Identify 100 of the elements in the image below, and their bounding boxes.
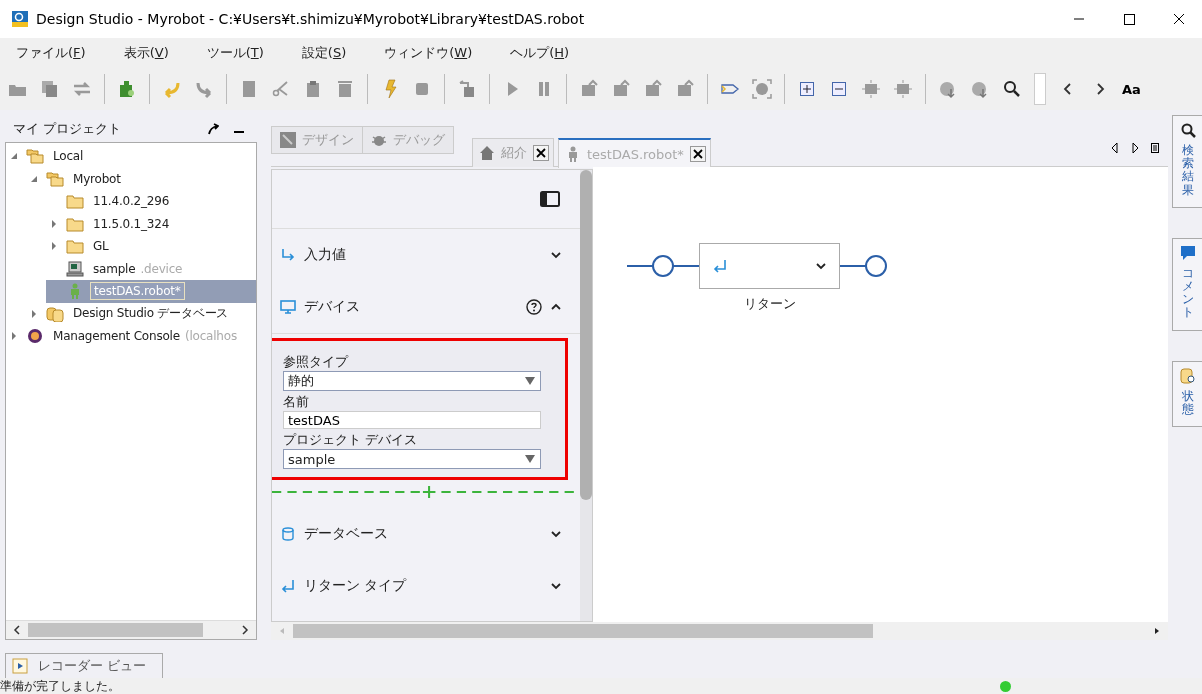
section-header[interactable]: 入力値 — [272, 229, 580, 281]
folder-icon — [66, 193, 84, 210]
tree-item-label: Local — [52, 148, 85, 165]
trash-icon[interactable] — [335, 79, 355, 99]
folders-icon — [46, 170, 64, 187]
tree-item[interactable]: 11.4.0.2_296 — [46, 190, 256, 213]
side-tab[interactable]: コメント — [1172, 237, 1202, 331]
globe-arrow-icon[interactable] — [938, 79, 958, 99]
text-field[interactable]: testDAS — [283, 411, 541, 429]
section-title: データベース — [304, 525, 388, 543]
return-arrow-icon — [280, 578, 296, 594]
console-icon — [26, 328, 44, 345]
tree-item-suffix: (localhos — [184, 329, 237, 344]
panel-toggle-icon[interactable] — [540, 191, 560, 207]
tree-item[interactable]: Local — [6, 145, 256, 168]
expanded-arrow-icon[interactable] — [30, 174, 38, 183]
collapsed-arrow-icon[interactable] — [50, 219, 58, 228]
zoom-in-icon[interactable] — [797, 79, 817, 99]
app-logo-icon — [12, 11, 28, 27]
panel-title: マイ プロジェクト — [13, 120, 123, 138]
globe-arrow-icon[interactable] — [970, 79, 990, 99]
search-icon[interactable] — [1002, 79, 1022, 99]
menu-item[interactable]: ファイル(F) — [4, 44, 98, 62]
menu-item[interactable]: ウィンドウ(W) — [372, 44, 485, 62]
section-header[interactable]: リターン タイプ — [272, 560, 580, 612]
speech-bubble-icon — [1179, 244, 1196, 261]
close-tab-icon[interactable] — [533, 145, 549, 161]
tree-item[interactable]: 11.5.0.1_324 — [46, 212, 256, 235]
find-field[interactable] — [1034, 73, 1046, 105]
tab-right-icon[interactable] — [1130, 142, 1140, 154]
dropdown-arrow-icon — [524, 454, 536, 464]
home-icon — [479, 145, 495, 161]
dropdown[interactable]: sample — [283, 449, 541, 469]
database-folders-icon — [46, 305, 64, 322]
database-search-icon — [1179, 367, 1196, 384]
menu-item[interactable]: ツール(T) — [194, 44, 276, 62]
section-title: デバイス — [304, 298, 360, 316]
side-tab[interactable]: 状態 — [1172, 360, 1202, 427]
box-arrow-icon[interactable] — [675, 79, 695, 99]
node-icon[interactable] — [861, 79, 881, 99]
side-tab[interactable]: 検索結果 — [1172, 115, 1202, 208]
flow-start-connector — [627, 253, 699, 279]
tree-item-label: Myrobot — [72, 170, 122, 187]
section-header[interactable]: デバイス — [272, 281, 580, 333]
puzzle-gear-icon[interactable] — [117, 79, 137, 99]
menu-item[interactable]: 設定(S) — [289, 44, 359, 62]
folders-icon — [26, 148, 44, 165]
loop-arrow-icon[interactable] — [457, 79, 477, 99]
tab-left-icon[interactable] — [1110, 142, 1120, 154]
collapsed-arrow-icon[interactable] — [30, 309, 38, 318]
target-icon[interactable] — [752, 79, 772, 99]
tree-item-label: 11.4.0.2_296 — [92, 193, 171, 210]
folder-icon — [66, 238, 84, 255]
scroll-left-icon[interactable] — [12, 625, 22, 635]
chevron-down-icon[interactable] — [550, 249, 562, 261]
chevron-down-icon[interactable] — [550, 528, 562, 540]
box-arrow-icon[interactable] — [579, 79, 599, 99]
window-title: Design Studio - Myrobot - C:¥Users¥t.shimizu¥Myrobot¥Library¥testDAS.robot — [36, 11, 585, 27]
dropdown[interactable]: 静的 — [283, 371, 541, 391]
box-arrow-icon[interactable] — [611, 79, 631, 99]
tree-item[interactable]: Design Studio データベース — [26, 302, 256, 325]
folder-icon — [66, 215, 84, 232]
collapsed-arrow-icon[interactable] — [50, 242, 58, 251]
restore-arrow-icon[interactable] — [207, 123, 219, 135]
menu-item[interactable]: ヘルプ(H) — [498, 44, 582, 62]
close-tab-icon[interactable] — [689, 146, 706, 162]
tree-item[interactable]: GL — [46, 235, 256, 258]
computer-icon — [66, 260, 84, 277]
stacked-pages-icon[interactable] — [40, 79, 60, 99]
expanded-arrow-icon[interactable] — [10, 152, 18, 161]
tree-item[interactable]: sample .device — [46, 257, 256, 280]
chevron-down-icon[interactable] — [815, 260, 827, 272]
tab-label: testDAS.robot* — [587, 146, 684, 162]
tree-item[interactable]: Management Console (localhos — [6, 325, 256, 348]
scrollbar-thumb[interactable] — [28, 623, 204, 637]
arrow-down-right-icon — [280, 247, 296, 263]
tab-list-icon[interactable] — [1150, 142, 1160, 154]
flow-end-connector — [840, 253, 888, 279]
field-label: 参照タイプ — [283, 353, 350, 371]
match-case-button[interactable]: Aa — [1122, 81, 1141, 97]
zoom-out-icon[interactable] — [829, 79, 849, 99]
dropdown-arrow-icon — [524, 376, 536, 386]
scrollbar-thumb[interactable] — [293, 624, 874, 638]
box-arrow-icon[interactable] — [643, 79, 663, 99]
tree-item-suffix: .device — [140, 261, 183, 276]
tree-item[interactable]: Myrobot — [26, 167, 256, 190]
tree-item-label: GL — [92, 238, 110, 255]
tab-label: 紹介 — [501, 144, 527, 162]
section-header[interactable]: データベース — [272, 508, 580, 560]
return-arrow-icon — [712, 258, 728, 274]
scrollbar-thumb[interactable] — [580, 170, 592, 500]
collapsed-arrow-icon[interactable] — [10, 332, 18, 341]
search-icon — [1179, 122, 1196, 138]
chevron-down-icon[interactable] — [550, 580, 562, 592]
menu-item[interactable]: 表示(V) — [111, 44, 181, 62]
tree-item-label: 11.5.0.1_324 — [92, 215, 171, 232]
help-icon[interactable] — [526, 299, 542, 315]
scroll-right-icon[interactable] — [240, 625, 250, 635]
side-tab-label: コメント — [1181, 266, 1194, 320]
node-icon[interactable] — [893, 79, 913, 99]
